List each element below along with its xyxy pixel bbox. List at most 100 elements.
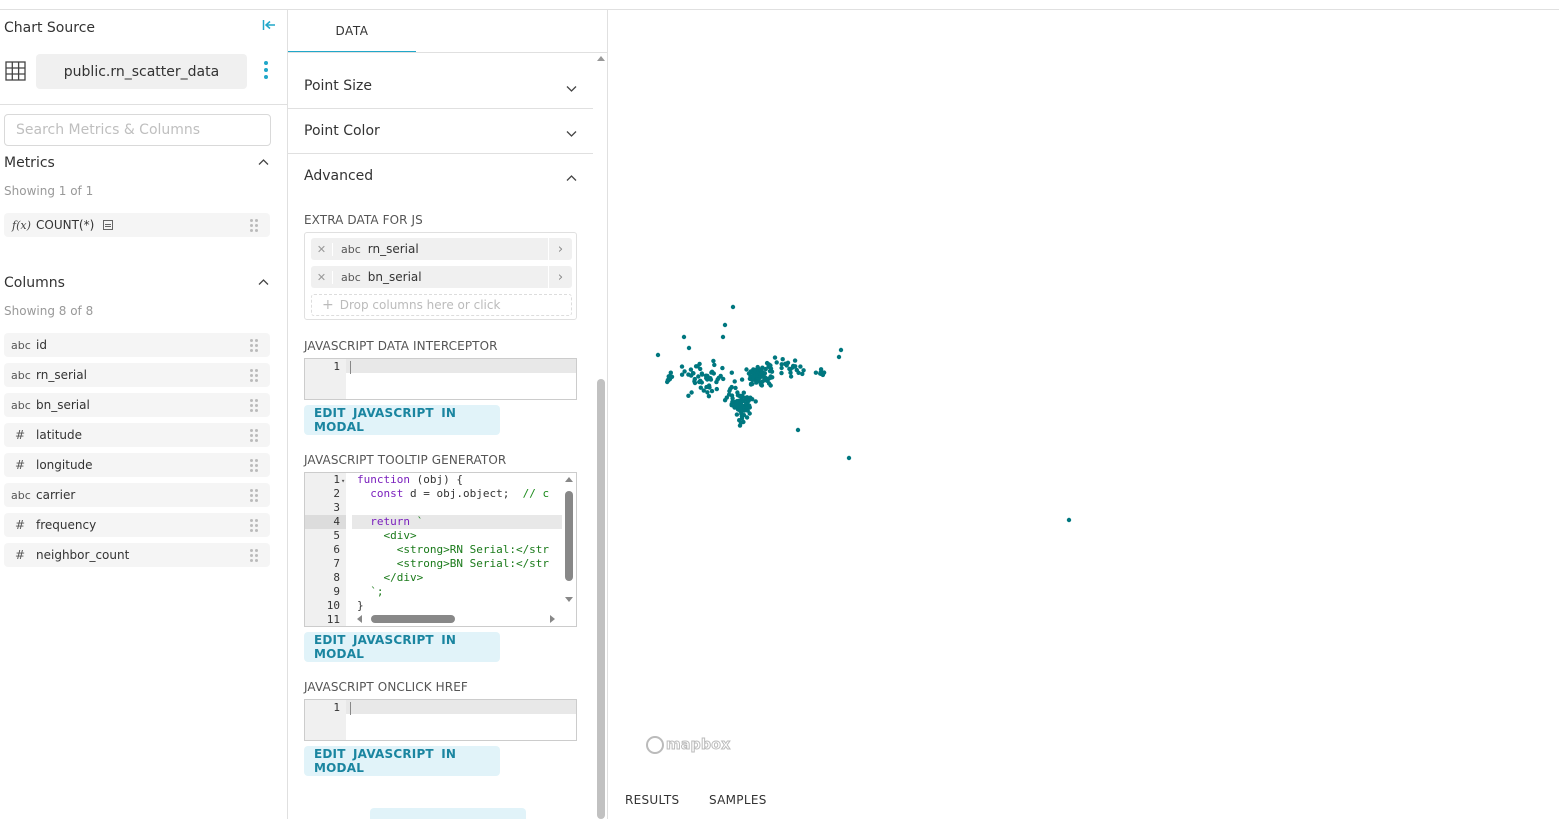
map-point[interactable]	[712, 362, 717, 368]
remove-icon[interactable]: ✕	[311, 270, 333, 284]
column-item[interactable]: # frequency	[4, 513, 270, 537]
map-point[interactable]	[681, 334, 687, 340]
map-point[interactable]	[689, 390, 694, 395]
map-point[interactable]	[709, 388, 715, 394]
map-point[interactable]	[747, 411, 752, 416]
chevron-up-icon[interactable]	[258, 157, 269, 168]
drag-handle-icon[interactable]	[250, 399, 258, 412]
map-point[interactable]	[686, 393, 691, 398]
map-point[interactable]	[737, 423, 743, 428]
map-point[interactable]	[718, 373, 723, 379]
map-point[interactable]	[732, 379, 737, 384]
map-point[interactable]	[693, 364, 699, 369]
drag-handle-icon[interactable]	[250, 519, 258, 532]
map-point[interactable]	[734, 412, 740, 417]
column-item[interactable]: # latitude	[4, 423, 270, 447]
map-point[interactable]	[787, 366, 792, 372]
section-point-size[interactable]: Point Size	[288, 64, 593, 109]
map-point[interactable]	[748, 395, 753, 400]
extra-data-column[interactable]: ✕ abc bn_serial ›	[311, 266, 572, 288]
map-point[interactable]	[722, 398, 728, 403]
map-point[interactable]	[796, 370, 801, 375]
map-point[interactable]	[726, 392, 732, 397]
map-point[interactable]	[755, 364, 760, 370]
map-point[interactable]	[818, 367, 824, 372]
map-point[interactable]	[795, 427, 801, 433]
map-point[interactable]	[705, 373, 710, 379]
fold-arrow-icon[interactable]: ▾	[341, 477, 345, 485]
edit-onclick-in-modal-button[interactable]: EDIT JAVASCRIPT IN MODAL	[304, 746, 500, 776]
panel-scrollbar-thumb[interactable]	[597, 379, 605, 819]
extra-data-column[interactable]: ✕ abc rn_serial ›	[311, 238, 572, 260]
map-point[interactable]	[813, 370, 819, 375]
metric-item[interactable]: f(x) COUNT(*)	[4, 213, 270, 237]
map-point[interactable]	[730, 304, 736, 310]
datasource-name[interactable]: public.rn_scatter_data	[36, 54, 247, 89]
column-item[interactable]: abc id	[4, 333, 270, 357]
map-point[interactable]	[700, 372, 705, 377]
map-point[interactable]	[701, 388, 706, 393]
map-viewport[interactable]: mapbox RESULTS SAMPLES	[609, 10, 1559, 819]
map-point[interactable]	[754, 380, 759, 385]
column-item[interactable]: abc carrier	[4, 483, 270, 507]
column-item[interactable]: abc rn_serial	[4, 363, 270, 387]
map-point[interactable]	[798, 364, 803, 369]
map-point[interactable]	[733, 385, 738, 391]
map-point[interactable]	[788, 374, 794, 379]
drag-handle-icon[interactable]	[250, 549, 258, 562]
map-point[interactable]	[774, 360, 779, 365]
drag-handle-icon[interactable]	[250, 429, 258, 442]
map-point[interactable]	[720, 334, 726, 340]
map-point[interactable]	[753, 399, 758, 404]
map-point[interactable]	[706, 394, 712, 399]
map-point[interactable]	[688, 373, 694, 378]
scatter-layer[interactable]	[609, 10, 1559, 770]
map-point[interactable]	[735, 390, 740, 395]
map-point[interactable]	[758, 381, 763, 386]
chevron-right-icon[interactable]: ›	[548, 238, 572, 260]
map-point[interactable]	[739, 377, 745, 382]
tab-data[interactable]: DATA	[288, 10, 416, 53]
map-point[interactable]	[846, 455, 852, 461]
drop-columns-target[interactable]: + Drop columns here or click	[311, 294, 572, 316]
edit-interceptor-in-modal-button[interactable]: EDIT JAVASCRIPT IN MODAL	[304, 405, 500, 435]
map-point[interactable]	[836, 354, 842, 360]
map-point[interactable]	[722, 322, 728, 328]
map-point[interactable]	[746, 371, 752, 376]
map-point[interactable]	[655, 352, 661, 358]
column-item[interactable]: abc bn_serial	[4, 393, 270, 417]
map-point[interactable]	[764, 360, 770, 366]
drag-handle-icon[interactable]	[250, 459, 258, 472]
map-point[interactable]	[715, 377, 720, 382]
drag-handle-icon[interactable]	[250, 339, 258, 352]
map-point[interactable]	[704, 384, 709, 390]
map-point[interactable]	[709, 370, 714, 375]
column-item[interactable]: # neighbor_count	[4, 543, 270, 567]
map-point[interactable]	[696, 374, 701, 379]
map-point[interactable]	[762, 371, 768, 376]
scroll-up-arrow-icon[interactable]	[597, 56, 605, 61]
map-point[interactable]	[688, 367, 694, 372]
interceptor-code-editor[interactable]: 1	[304, 358, 577, 400]
mapbox-logo[interactable]: mapbox	[646, 736, 731, 754]
map-point[interactable]	[682, 369, 687, 374]
drag-handle-icon[interactable]	[250, 219, 258, 232]
more-options-icon[interactable]	[264, 61, 268, 81]
map-point[interactable]	[744, 401, 749, 406]
map-point[interactable]	[768, 375, 773, 380]
editor-vertical-scrollbar[interactable]	[562, 473, 576, 626]
tooltip-code-editor[interactable]: 1 2 3 4 5 6 7 8 9 10 11 ▾ function (obj)…	[304, 472, 577, 627]
map-point[interactable]	[769, 369, 775, 374]
map-point[interactable]	[729, 370, 734, 375]
map-point[interactable]	[741, 413, 747, 418]
tab-results[interactable]: RESULTS	[625, 793, 679, 807]
section-point-color[interactable]: Point Color	[288, 109, 593, 154]
map-point[interactable]	[748, 381, 754, 386]
onclick-code-editor[interactable]: 1	[304, 699, 577, 741]
map-point[interactable]	[666, 374, 671, 379]
remove-icon[interactable]: ✕	[311, 242, 333, 256]
map-point[interactable]	[838, 347, 844, 353]
map-point[interactable]	[744, 367, 749, 372]
map-point[interactable]	[741, 419, 746, 425]
editor-horizontal-scrollbar[interactable]	[352, 612, 562, 626]
